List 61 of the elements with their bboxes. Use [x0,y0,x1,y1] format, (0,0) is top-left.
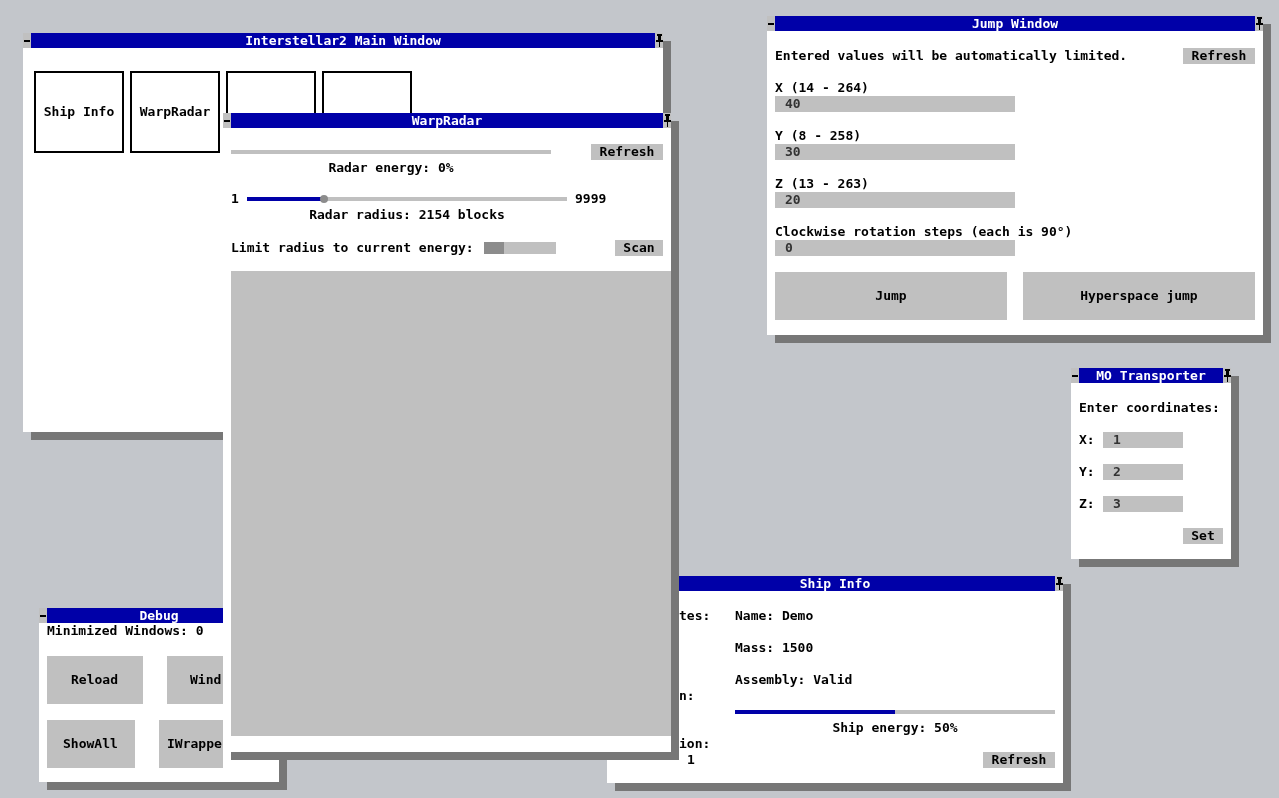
field-label: Clockwise rotation steps (each is 90°) [775,224,1074,240]
input-field[interactable]: 2 [1103,464,1183,480]
debug-button[interactable]: Wind [167,656,223,704]
window-title: Interstellar2 Main Window [31,33,655,48]
jump-button[interactable]: Jump [775,272,1007,320]
debug-button[interactable]: ShowAll [47,720,135,768]
input-field[interactable]: 30 [775,144,1015,160]
field-label: Z: [1079,496,1096,512]
status-text: Minimized Windows: 0 [47,623,205,639]
energy-text: Ship energy: 50% [832,720,958,736]
pin-icon[interactable] [663,114,671,127]
info-text: Entered values will be automatically limited. [775,48,1128,64]
tile-button[interactable] [322,71,412,113]
window-title: Jump Window [775,16,1255,31]
field-label: Y (8 - 258) [775,128,863,144]
pin-icon[interactable] [1223,369,1231,382]
info-label: 1 [686,752,696,768]
pin-icon[interactable] [1055,577,1063,590]
debug-button[interactable]: IWrappe [159,720,223,768]
refresh-button[interactable]: Refresh [983,752,1055,768]
minimize-icon[interactable] [224,119,230,122]
window-title: MO Transporter [1079,368,1223,383]
info-label: tes: [679,608,712,624]
field-label: X (14 - 264) [775,80,870,96]
field-label: Z (13 - 263) [775,176,870,192]
window-title: WarpRadar [231,113,663,128]
info-text: Assembly: Valid [735,672,854,688]
toggle-switch[interactable] [483,242,556,254]
pin-icon[interactable] [655,34,663,47]
minimize-icon[interactable] [1072,374,1078,377]
debug-button[interactable]: Reload [47,656,143,704]
info-text: Mass: 1500 [735,640,815,656]
tile-button[interactable]: Ship Info [34,71,124,153]
field-label: Y: [1079,464,1096,480]
field-label: X: [1079,432,1096,448]
jump-button[interactable]: Hyperspace jump [1023,272,1255,320]
refresh-button[interactable]: Refresh [1183,48,1255,64]
info-text: Name: Demo [735,608,815,624]
slider-min-label: 1 [231,191,240,207]
input-field[interactable]: 3 [1103,496,1183,512]
pin-icon[interactable] [1255,17,1263,30]
input-field[interactable]: 20 [775,192,1015,208]
radius-text: Radar radius: 2154 blocks [309,207,505,223]
minimize-icon[interactable] [40,614,46,617]
toggle-label: Limit radius to current energy: [231,240,474,256]
scan-button[interactable]: Scan [615,240,663,256]
input-field[interactable]: 40 [775,96,1015,112]
slider-max-label: 9999 [575,191,607,207]
tile-button[interactable] [226,71,316,113]
radius-slider[interactable] [247,197,567,201]
refresh-button[interactable]: Refresh [591,144,663,160]
tile-button[interactable]: WarpRadar [130,71,220,153]
info-label: ion: [679,736,712,752]
prompt-text: Enter coordinates: [1079,400,1221,416]
info-label: n: [679,688,696,704]
input-field[interactable]: 1 [1103,432,1183,448]
minimize-icon[interactable] [768,22,774,25]
minimize-icon[interactable] [24,39,30,42]
input-field[interactable]: 0 [775,240,1015,256]
set-button[interactable]: Set [1183,528,1223,544]
energy-text: Radar energy: 0% [328,160,454,176]
